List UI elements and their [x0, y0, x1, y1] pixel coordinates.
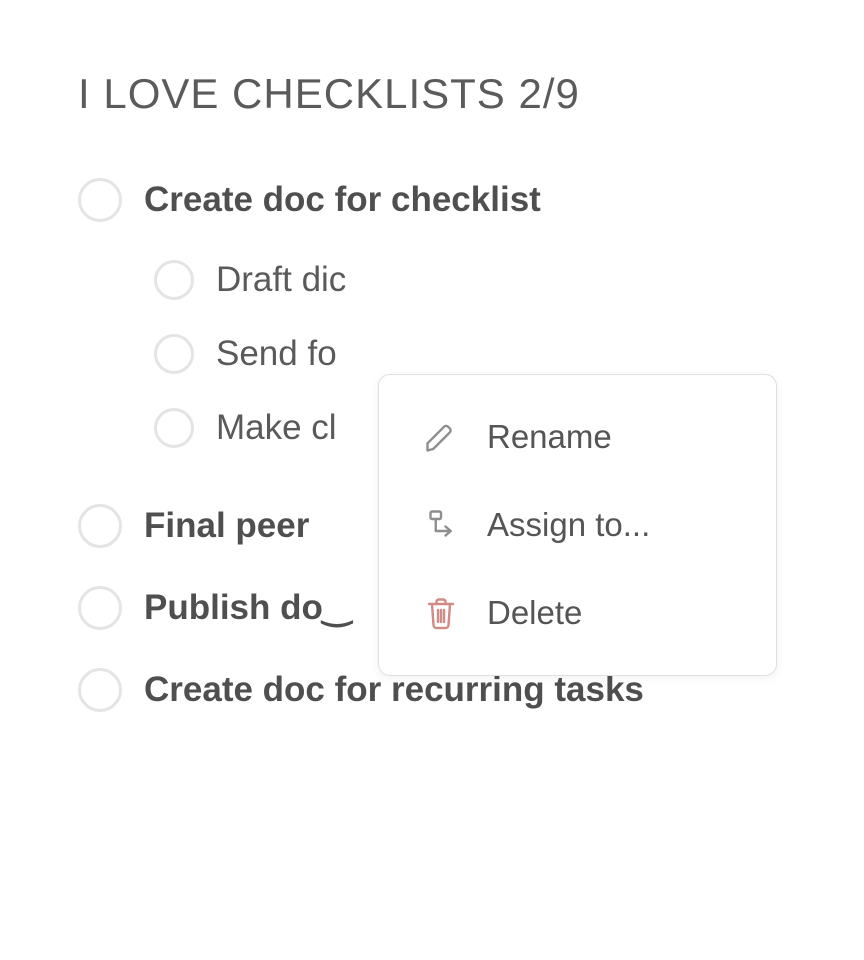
checkbox-circle[interactable]: [78, 668, 122, 712]
checkbox-circle[interactable]: [78, 504, 122, 548]
pencil-icon: [421, 417, 461, 457]
checklist-subitem-label: Send fo: [216, 334, 337, 374]
checkbox-circle[interactable]: [154, 260, 194, 300]
checklist-item-label: Final peer: [144, 506, 309, 546]
menu-item-label: Assign to...: [487, 506, 650, 544]
checklist-container: I LOVE CHECKLISTS 2/9 Create doc for che…: [0, 0, 864, 712]
checklist-item-label: Create doc for checklist: [144, 180, 541, 220]
checklist-item-label: Create doc for recurring tasks: [144, 670, 644, 710]
checklist-subitem[interactable]: Draft dic: [154, 260, 804, 300]
checklist-item[interactable]: Create doc for checklist: [78, 178, 804, 222]
checklist-item-label: Publish do‿: [144, 588, 351, 628]
checklist-subitem-label: Draft dic: [216, 260, 346, 300]
checklist-subitem[interactable]: Send fo: [154, 334, 804, 374]
menu-item-label: Rename: [487, 418, 612, 456]
assign-arrow-icon: [421, 505, 461, 545]
checkbox-circle[interactable]: [78, 586, 122, 630]
checkbox-circle[interactable]: [154, 334, 194, 374]
menu-item-rename[interactable]: Rename: [379, 393, 776, 481]
checklist-subitem-label: Make cl: [216, 408, 337, 448]
menu-item-label: Delete: [487, 594, 582, 632]
trash-icon: [421, 593, 461, 633]
checklist-title: I LOVE CHECKLISTS 2/9: [78, 70, 804, 118]
checkbox-circle[interactable]: [78, 178, 122, 222]
menu-item-delete[interactable]: Delete: [379, 569, 776, 657]
context-menu: Rename Assign to...: [378, 374, 777, 676]
checkbox-circle[interactable]: [154, 408, 194, 448]
menu-item-assign[interactable]: Assign to...: [379, 481, 776, 569]
